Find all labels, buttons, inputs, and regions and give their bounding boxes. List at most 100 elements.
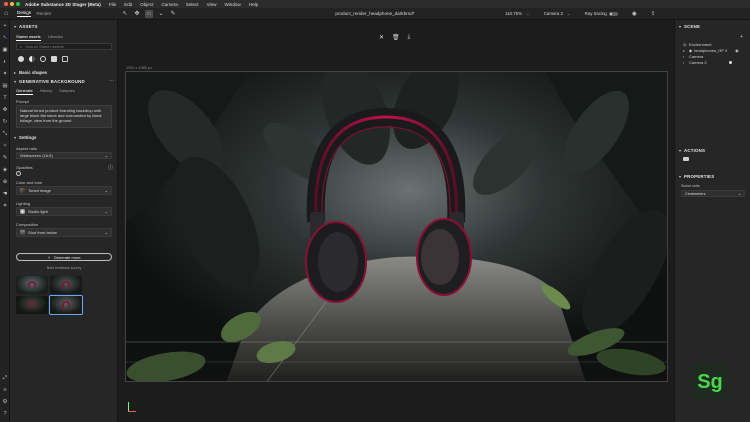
maximize-window-button[interactable]: [16, 2, 20, 6]
sparkle-icon: ✧: [47, 254, 51, 260]
beta-feedback-link[interactable]: Beta feedback survey: [10, 266, 118, 270]
chevron-down-icon[interactable]: ▾: [679, 148, 681, 153]
zoom-select[interactable]: 110.75% ⌄: [505, 11, 530, 17]
menu-file[interactable]: File: [109, 2, 116, 7]
substance-stager-logo: Sg: [692, 364, 728, 400]
more-options-icon[interactable]: ···: [109, 78, 114, 84]
lighting-select[interactable]: Studio light ⌄: [16, 207, 112, 216]
ray-tracing-toggle[interactable]: Ray tracing: [585, 11, 618, 16]
render-viewport[interactable]: [125, 71, 668, 382]
tab-starter-assets[interactable]: Starter assets: [16, 34, 41, 41]
color-tone-select[interactable]: Toned image ⌄: [16, 186, 112, 195]
light-icon[interactable]: [40, 56, 46, 62]
opacity-toggle[interactable]: [16, 171, 21, 176]
menu-camera[interactable]: Camera: [161, 2, 177, 7]
scene-title: SCENE: [684, 24, 701, 29]
home-icon[interactable]: ⌂: [4, 10, 12, 17]
expand-icon[interactable]: ⤢: [2, 375, 8, 381]
tab-design[interactable]: Design: [17, 10, 32, 17]
tab-render[interactable]: Render: [36, 11, 51, 16]
chevron-down-icon[interactable]: ▾: [679, 24, 681, 29]
add-icon[interactable]: +: [2, 23, 8, 29]
rotate-icon[interactable]: ↻: [2, 119, 8, 125]
tab-samples[interactable]: Samples: [59, 88, 75, 95]
scene-units-value: Centimeters: [685, 191, 706, 196]
zoom-icon[interactable]: ⊕: [2, 179, 8, 185]
text-icon[interactable]: T: [2, 95, 8, 101]
scene-units-label: Scene units: [681, 184, 700, 188]
chevron-down-icon[interactable]: ▾: [14, 79, 16, 84]
minimize-window-button[interactable]: [10, 2, 14, 6]
scene-units-select[interactable]: Centimeters ⌄: [681, 190, 745, 197]
result-thumbnail[interactable]: [16, 296, 48, 314]
menu-window[interactable]: Window: [224, 2, 240, 7]
lights-icon[interactable]: ✦: [2, 71, 8, 77]
generated-results: [16, 276, 83, 315]
image-icon[interactable]: ▤: [2, 83, 8, 89]
prompt-textarea[interactable]: Natural toned product branding backdrop …: [16, 105, 112, 128]
material-icon[interactable]: [29, 56, 35, 62]
camera-select[interactable]: Camera 2 ⌄: [544, 11, 571, 17]
result-thumbnail[interactable]: [16, 276, 48, 294]
globe-icon: ◍: [683, 41, 687, 47]
help-icon[interactable]: ?: [2, 411, 8, 417]
hand-icon[interactable]: ☚: [2, 191, 8, 197]
snap-tool-icon[interactable]: ⌄: [157, 10, 165, 18]
chevron-right-icon: ▸: [683, 47, 686, 53]
basic-shapes-section[interactable]: Basic shapes: [19, 70, 47, 75]
assets-search-input[interactable]: ⌕ Search Starter assets: [16, 43, 112, 50]
chevron-right-icon[interactable]: ▸: [14, 70, 16, 75]
paint-tool-icon[interactable]: ✎: [169, 10, 177, 18]
move-tool-icon[interactable]: ✥: [133, 10, 141, 18]
toggle-switch[interactable]: [608, 11, 618, 16]
scene-item[interactable]: ▪ Camera 2: [683, 59, 739, 65]
magnet-tool-icon[interactable]: ∩: [145, 9, 153, 18]
scale-icon[interactable]: ⤡: [2, 131, 8, 137]
menu-edit[interactable]: Edit: [124, 2, 132, 7]
crop-icon[interactable]: ⌗: [2, 203, 8, 209]
move-icon[interactable]: ✥: [2, 107, 8, 113]
tab-libraries[interactable]: Libraries: [48, 34, 63, 41]
composition-select[interactable]: Shot from below ⌄: [16, 228, 112, 237]
share-icon[interactable]: ⇪: [651, 11, 656, 17]
tab-history[interactable]: History: [40, 88, 52, 95]
action-image-icon[interactable]: [683, 157, 689, 161]
model-icon: ◆: [689, 47, 693, 53]
remove-background-icon[interactable]: ✕: [379, 34, 384, 41]
close-window-button[interactable]: [4, 2, 8, 6]
tab-generate[interactable]: Generate: [16, 88, 33, 95]
scene-item-label: Environment: [689, 41, 712, 47]
select-tool-icon[interactable]: ↖: [121, 10, 129, 18]
result-thumbnail[interactable]: [50, 276, 82, 294]
environment-icon[interactable]: [62, 56, 68, 62]
settings-section[interactable]: Settings: [19, 135, 36, 140]
sphere-icon[interactable]: [18, 56, 24, 62]
generate-more-button[interactable]: ✧ Generate more: [16, 253, 112, 261]
camera-icon[interactable]: ◉: [632, 11, 637, 17]
info-icon[interactable]: ⓘ: [108, 164, 113, 171]
paint-icon[interactable]: ◈: [2, 167, 8, 173]
eyedropper-icon[interactable]: ✎: [2, 155, 8, 161]
aspect-ratio-label: Aspect ratio: [16, 146, 38, 151]
magic-wand-icon[interactable]: ✧: [2, 143, 8, 149]
app-toolbar: ⌂ Design Render ↖ ✥ ∩ ⌄ ✎ product_render…: [0, 8, 750, 20]
download-icon[interactable]: ⤓: [408, 34, 411, 41]
chevron-down-icon[interactable]: ▾: [679, 174, 681, 179]
settings-icon[interactable]: ⚙: [2, 399, 8, 405]
chevron-down-icon[interactable]: ▾: [14, 135, 16, 140]
layers-icon[interactable]: ≡: [2, 387, 8, 393]
visibility-icon[interactable]: ◉: [735, 48, 739, 53]
chevron-down-icon[interactable]: ▾: [14, 24, 16, 29]
result-thumbnail-selected[interactable]: [49, 295, 83, 315]
menu-select[interactable]: Select: [186, 2, 199, 7]
menu-help[interactable]: Help: [249, 2, 258, 7]
assets-icon[interactable]: ▣: [2, 47, 8, 53]
menu-view[interactable]: View: [207, 2, 217, 7]
aspect-ratio-select[interactable]: Widescreen (16:9) ⌄: [16, 152, 112, 159]
delete-icon[interactable]: 🗑: [392, 34, 400, 41]
add-icon[interactable]: +: [740, 34, 743, 40]
select-icon[interactable]: ↖: [2, 35, 8, 41]
menu-object[interactable]: Object: [140, 2, 153, 7]
image-asset-icon[interactable]: [51, 56, 57, 62]
materials-icon[interactable]: ◐: [2, 59, 8, 65]
